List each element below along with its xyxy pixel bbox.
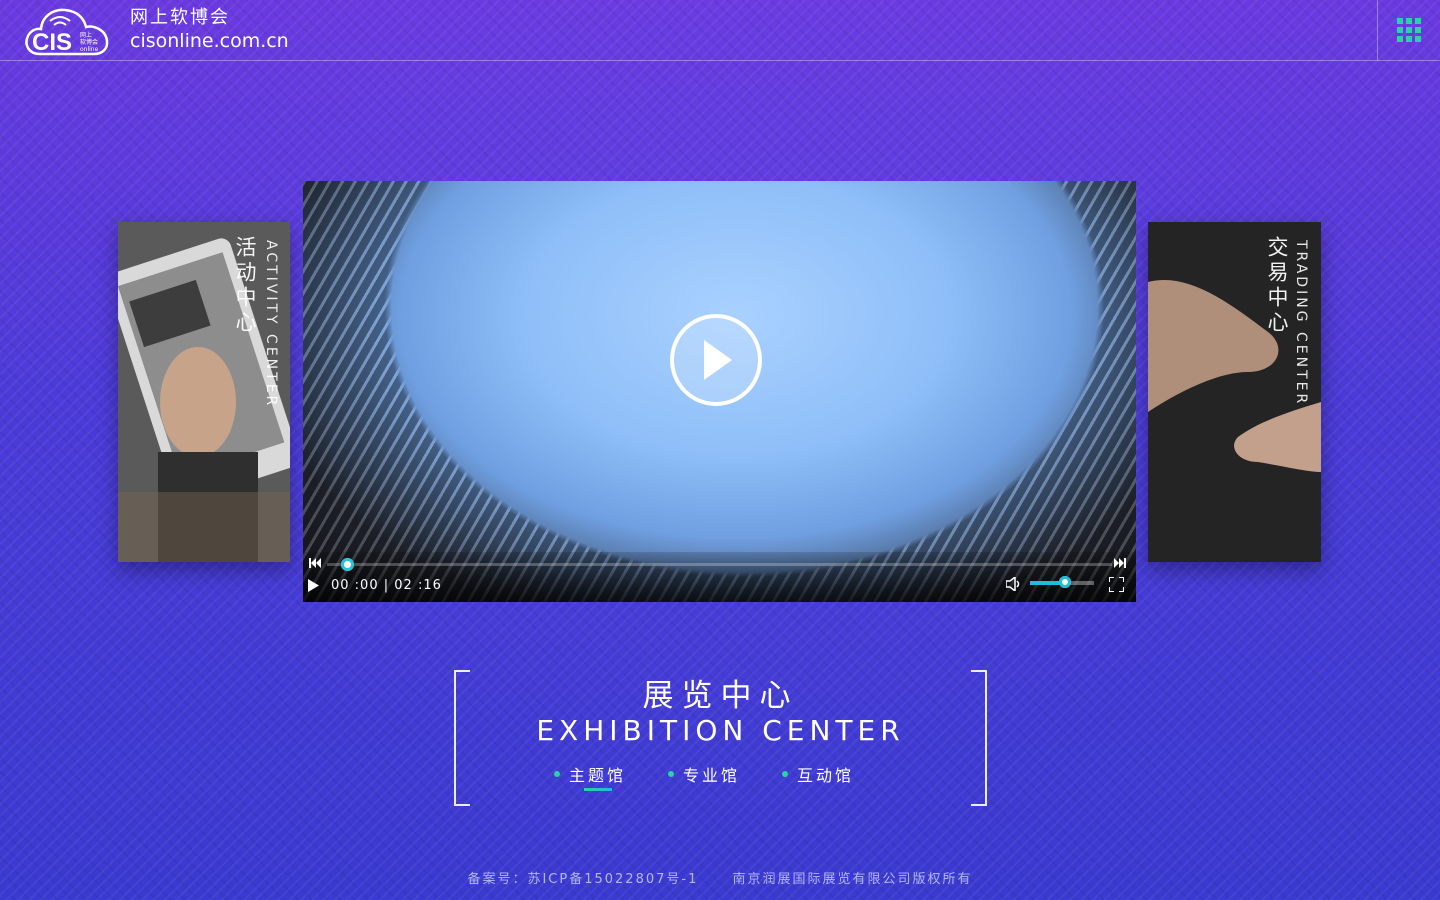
play-small-icon[interactable]: [308, 579, 319, 592]
volume-slider[interactable]: [1030, 576, 1094, 588]
brand-text: 网上软博会 cisonline.com.cn: [130, 7, 289, 53]
exhibition-title-cn: 展览中心: [642, 678, 799, 714]
top-bar: CIS 网上 软博会 online 网上软博会 cisonline.com.cn: [0, 0, 1440, 61]
activity-center-en: ACTIVITY CENTER: [263, 240, 279, 409]
grid-menu-button[interactable]: [1377, 0, 1440, 60]
grid-menu-icon: [1397, 18, 1421, 42]
tab-label: 互动馆: [797, 766, 855, 785]
brand-logo[interactable]: CIS 网上 软博会 online 网上软博会 cisonline.com.cn: [22, 4, 289, 56]
logo-sub-1: 网上: [80, 31, 92, 39]
tab-label: 主题馆: [569, 766, 627, 785]
video-player[interactable]: 00 :00 | 02 :16: [303, 181, 1136, 602]
icp-record[interactable]: 备案号：苏ICP备15022807号-1: [467, 872, 698, 887]
logo-sub-3: online: [80, 46, 99, 53]
tab-dot: [554, 771, 560, 777]
brand-url: cisonline.com.cn: [130, 30, 289, 52]
skip-forward-icon[interactable]: [1114, 558, 1126, 568]
activity-center-cn: 活动中心: [233, 236, 257, 336]
time-display: 00 :00 | 02 :16: [331, 578, 442, 593]
activity-center-card[interactable]: ACTIVITY CENTER 活动中心: [118, 222, 290, 562]
exhibition-title-en: EXHIBITION CENTER: [536, 714, 905, 747]
fullscreen-icon[interactable]: [1109, 577, 1124, 592]
logo-sub-2: 软博会: [80, 38, 98, 46]
copyright: 南京润展国际展览有限公司版权所有: [732, 872, 973, 887]
brand-name-cn: 网上软博会: [130, 7, 230, 28]
tab-dot: [782, 771, 789, 777]
tab-theme-hall[interactable]: 主题馆: [554, 762, 627, 791]
play-big-button[interactable]: [670, 314, 762, 406]
cloud-logo-icon: CIS 网上 软博会 online: [22, 4, 110, 56]
volume-knob[interactable]: [1059, 576, 1072, 588]
tab-interactive-hall[interactable]: 互动馆: [782, 762, 854, 786]
time-separator: |: [383, 578, 390, 593]
play-icon: [704, 340, 732, 380]
trading-center-card[interactable]: TRADING CENTER 交易中心: [1148, 222, 1321, 562]
tab-professional-hall[interactable]: 专业馆: [668, 762, 740, 786]
duration: 02 :16: [394, 578, 442, 593]
footer: 备案号：苏ICP备15022807号-1 南京润展国际展览有限公司版权所有: [0, 868, 1440, 887]
progress-knob[interactable]: [341, 558, 354, 571]
logo-text: CIS: [32, 29, 72, 56]
tab-label: 专业馆: [683, 766, 741, 785]
current-time: 00 :00: [331, 578, 379, 593]
exhibition-tabs: 主题馆 专业馆 互动馆: [554, 762, 896, 791]
exhibition-center-block: 展览中心 EXHIBITION CENTER 主题馆 专业馆 互动馆: [454, 670, 987, 806]
progress-bar[interactable]: [327, 558, 1112, 571]
trading-center-en: TRADING CENTER: [1293, 240, 1309, 407]
volume-icon[interactable]: [1006, 577, 1022, 591]
trading-center-cn: 交易中心: [1265, 236, 1289, 336]
tab-dot: [668, 771, 675, 777]
skip-back-icon[interactable]: [309, 558, 321, 568]
active-tab-underline: [584, 788, 612, 791]
video-controls: 00 :00 | 02 :16: [303, 552, 1136, 602]
